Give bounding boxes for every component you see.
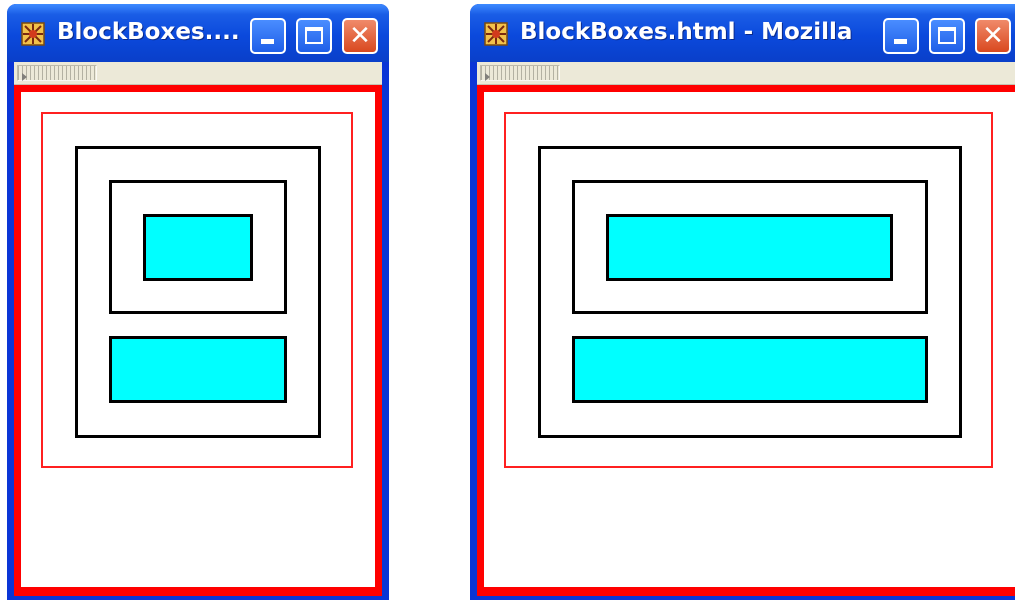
minimize-icon — [894, 39, 907, 44]
page-content — [477, 85, 1015, 596]
maximize-icon — [938, 27, 956, 44]
window-title: BlockBoxes.... — [57, 19, 240, 45]
mozilla-app-icon — [21, 22, 45, 46]
browser-window-wide: BlockBoxes.html - Mozilla ✕ — [470, 4, 1015, 600]
cyan-block-inner — [606, 214, 893, 281]
close-button[interactable]: ✕ — [342, 18, 378, 54]
window-title: BlockBoxes.html - Mozilla — [520, 19, 853, 45]
browser-window-narrow: BlockBoxes.... ✕ — [7, 4, 389, 600]
toolbar-grip[interactable] — [480, 65, 560, 81]
mozilla-app-icon — [484, 22, 508, 46]
close-button[interactable]: ✕ — [975, 18, 1011, 54]
cyan-block-inner — [143, 214, 253, 281]
toolbar-grip[interactable] — [17, 65, 97, 81]
toolbar — [477, 62, 1015, 85]
maximize-icon — [305, 27, 323, 44]
title-bar[interactable]: BlockBoxes.html - Mozilla ✕ — [470, 4, 1015, 62]
maximize-button[interactable] — [929, 18, 965, 54]
page-content — [14, 85, 382, 596]
minimize-icon — [261, 39, 274, 44]
close-icon: ✕ — [982, 21, 1004, 51]
cyan-block-lower — [109, 336, 287, 403]
minimize-button[interactable] — [883, 18, 919, 54]
maximize-button[interactable] — [296, 18, 332, 54]
title-bar[interactable]: BlockBoxes.... ✕ — [7, 4, 389, 62]
cyan-block-lower — [572, 336, 928, 403]
close-icon: ✕ — [349, 21, 371, 51]
chevron-right-icon — [22, 73, 27, 81]
chevron-right-icon — [485, 73, 490, 81]
minimize-button[interactable] — [250, 18, 286, 54]
toolbar — [14, 62, 382, 85]
